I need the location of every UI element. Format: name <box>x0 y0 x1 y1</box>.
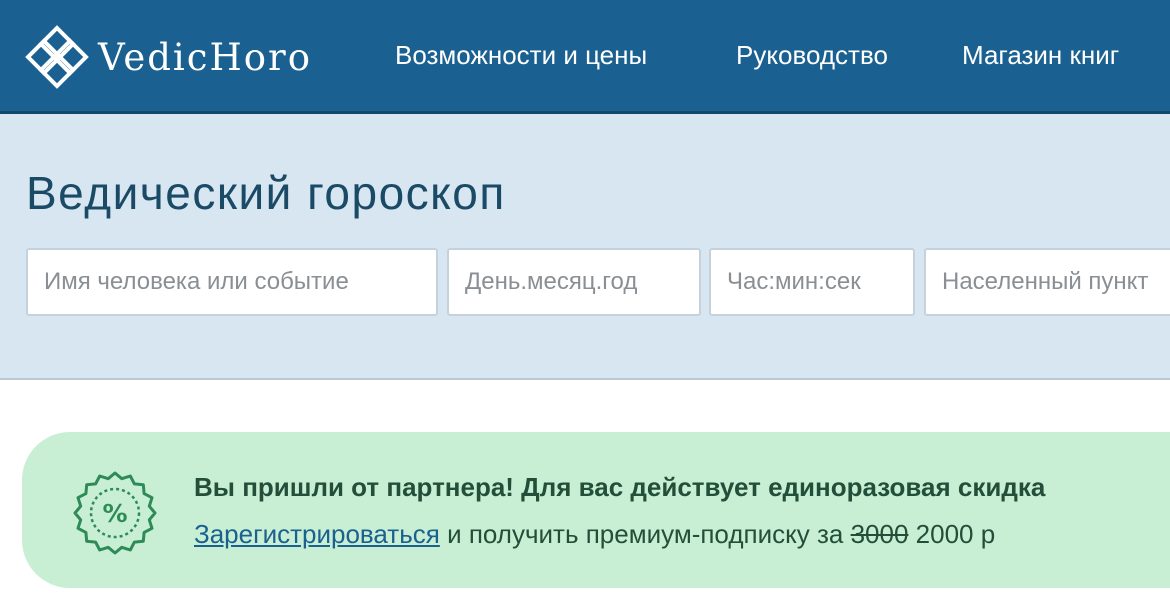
nav-link-book-store[interactable]: Магазин книг <box>962 40 1119 71</box>
time-input[interactable] <box>709 248 915 316</box>
new-price: 2000 р <box>908 519 996 549</box>
percent-badge-icon: % <box>70 468 160 558</box>
promo-headline: Вы пришли от партнера! Для вас действует… <box>194 472 1046 502</box>
svg-text:%: % <box>102 499 127 528</box>
register-link[interactable]: Зарегистрироваться <box>194 519 440 549</box>
date-input[interactable] <box>447 248 701 316</box>
diamond-logo-icon <box>25 25 89 89</box>
brand-logo-link[interactable]: VedicHoro <box>24 24 312 90</box>
horoscope-form-panel: Ведический гороскоп <box>0 114 1170 380</box>
page-title: Ведический гороскоп <box>26 167 506 219</box>
nav-link-guide[interactable]: Руководство <box>736 40 888 71</box>
old-price: 3000 <box>850 519 909 549</box>
top-navbar: VedicHoro Возможности и цены Руководство… <box>0 0 1170 114</box>
place-input[interactable] <box>924 248 1170 316</box>
brand-name: VedicHoro <box>98 35 312 79</box>
nav-link-features-pricing[interactable]: Возможности и цены <box>395 40 647 71</box>
partner-discount-banner: % Вы пришли от партнера! Для вас действу… <box>22 432 1170 588</box>
promo-offer-middle: и получить премиум-подписку за <box>439 519 851 549</box>
promo-offer-text: Зарегистрироваться и получить премиум-по… <box>194 519 995 550</box>
name-input[interactable] <box>26 248 438 316</box>
